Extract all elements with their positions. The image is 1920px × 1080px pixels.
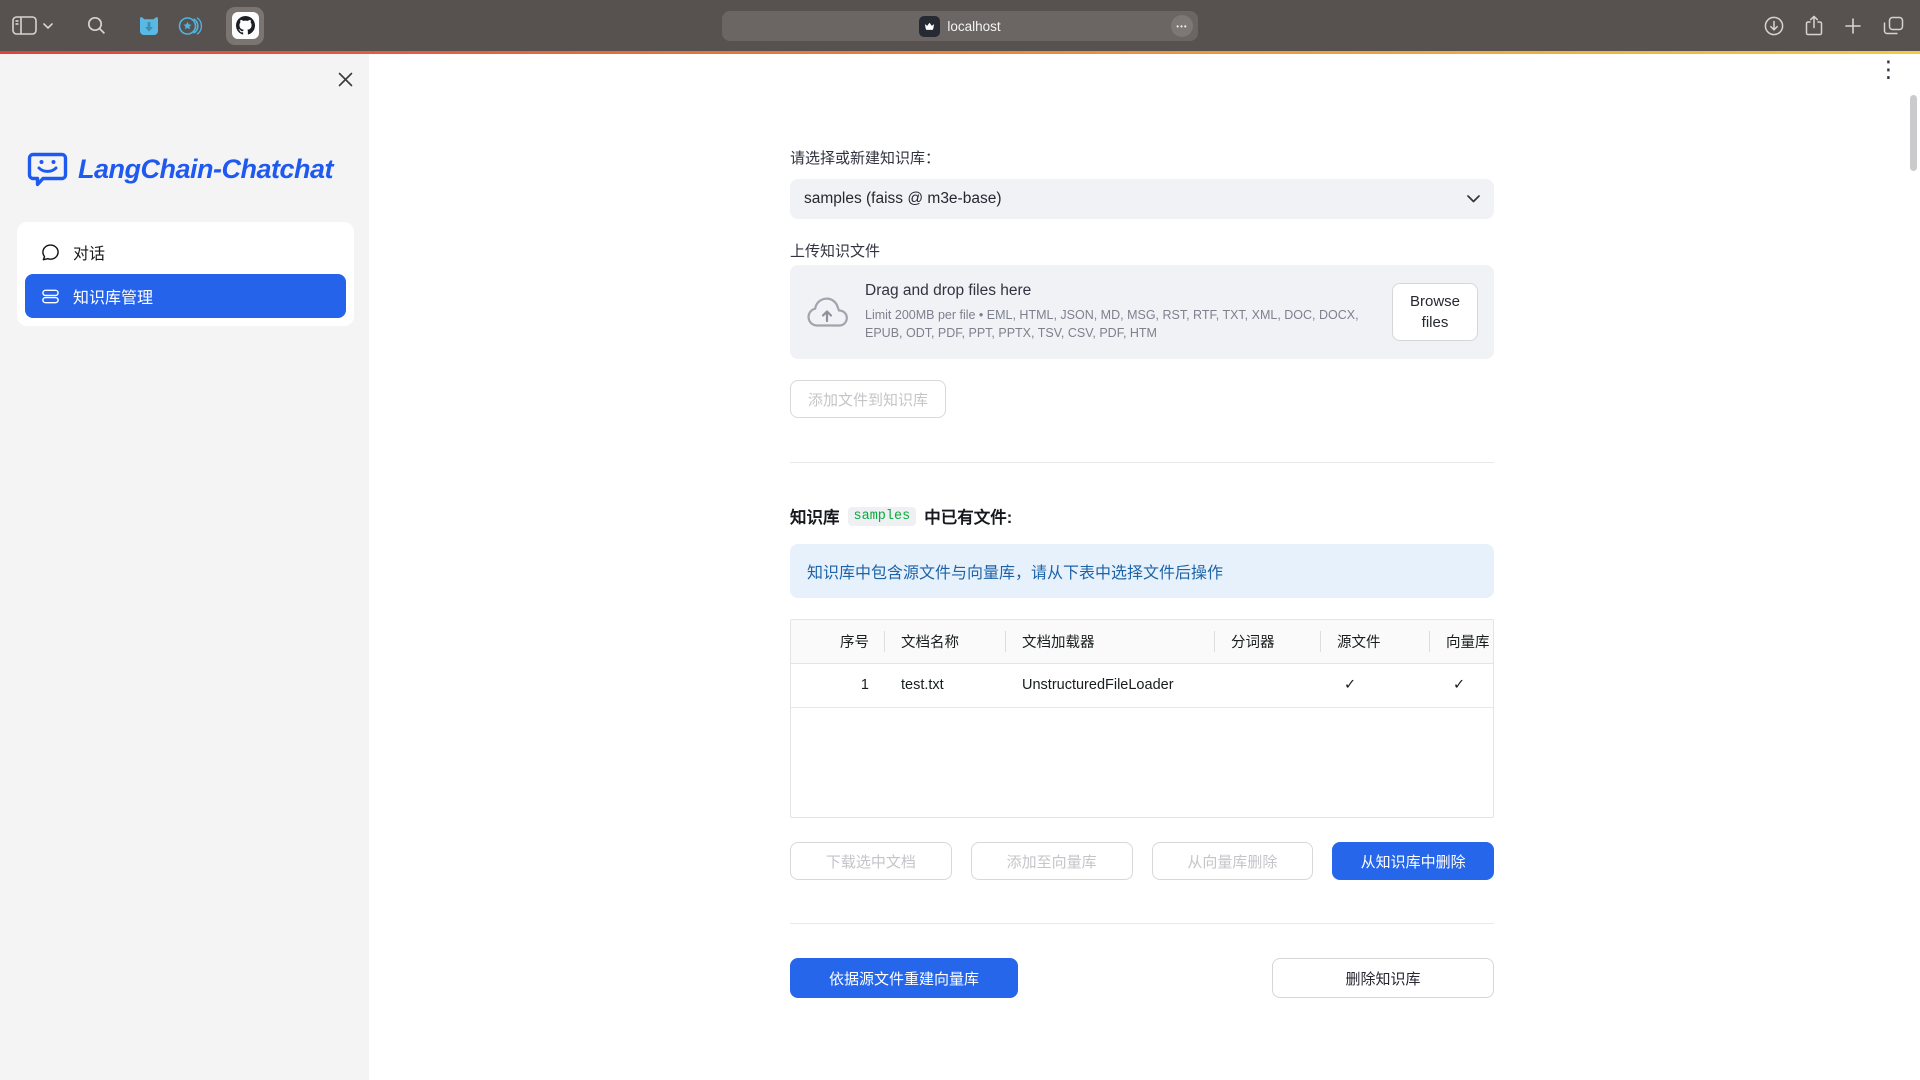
tab-overview-icon[interactable] bbox=[1883, 16, 1904, 35]
search-icon[interactable] bbox=[87, 16, 106, 35]
info-alert: 知识库中包含源文件与向量库，请从下表中选择文件后操作 bbox=[790, 544, 1494, 598]
sidebar-toggle-icon[interactable] bbox=[12, 16, 37, 35]
cloud-upload-icon bbox=[806, 296, 848, 329]
col-header-loader: 文档加载器 bbox=[1005, 620, 1214, 663]
delete-kb-button[interactable]: 删除知识库 bbox=[1272, 958, 1494, 998]
scrollbar-thumb[interactable] bbox=[1910, 95, 1917, 171]
heading-prefix: 知识库 bbox=[790, 504, 840, 528]
delete-from-kb-button[interactable]: 从知识库中删除 bbox=[1332, 842, 1494, 880]
add-to-vector-button[interactable]: 添加至向量库 bbox=[971, 842, 1133, 880]
add-files-button[interactable]: 添加文件到知识库 bbox=[790, 380, 946, 418]
divider bbox=[790, 462, 1494, 463]
new-tab-icon[interactable] bbox=[1844, 17, 1862, 35]
files-table: 序号 文档名称 文档加载器 分词器 源文件 向量库 1 test.txt Uns bbox=[790, 619, 1494, 818]
select-chevron-icon bbox=[1467, 195, 1480, 203]
downloads-icon[interactable] bbox=[1764, 16, 1784, 36]
col-header-splitter: 分词器 bbox=[1214, 620, 1320, 663]
browse-files-button[interactable]: Browse files bbox=[1392, 283, 1478, 341]
kb-select-label: 请选择或新建知识库： bbox=[790, 147, 1494, 168]
sidebar-close-icon[interactable] bbox=[336, 70, 354, 88]
dropzone-title: Drag and drop files here bbox=[865, 282, 1375, 300]
col-header-vector: 向量库 bbox=[1429, 620, 1493, 663]
download-selected-button[interactable]: 下载选中文档 bbox=[790, 842, 952, 880]
kb-name-code: samples bbox=[848, 507, 917, 526]
streamlit-menu-icon[interactable]: ⋮ bbox=[1877, 58, 1900, 81]
col-header-source: 源文件 bbox=[1320, 620, 1429, 663]
site-favicon bbox=[919, 16, 940, 37]
table-header-row: 序号 文档名称 文档加载器 分词器 源文件 向量库 bbox=[791, 620, 1493, 663]
file-action-buttons: 下载选中文档 添加至向量库 从向量库删除 从知识库中删除 bbox=[790, 842, 1494, 880]
dropzone-limit: Limit 200MB per file • EML, HTML, JSON, … bbox=[865, 306, 1375, 342]
kb-selectbox[interactable]: samples (faiss @ m3e-base) bbox=[790, 179, 1494, 219]
kb-bottom-actions: 依据源文件重建向量库 删除知识库 bbox=[790, 958, 1494, 998]
app-logo: LangChain-Chatchat bbox=[27, 151, 333, 188]
pinned-tab-circles-icon[interactable] bbox=[178, 15, 202, 37]
kb-selectbox-value: samples (faiss @ m3e-base) bbox=[804, 190, 1467, 208]
chat-bubble-icon bbox=[41, 243, 60, 262]
database-icon bbox=[41, 287, 60, 306]
cell-splitter bbox=[1214, 663, 1320, 707]
col-header-no: 序号 bbox=[791, 620, 884, 663]
cell-loader: UnstructuredFileLoader bbox=[1005, 663, 1214, 707]
divider bbox=[790, 923, 1494, 924]
github-icon bbox=[232, 12, 259, 39]
sidebar-nav: 对话 知识库管理 bbox=[17, 222, 354, 326]
heading-suffix: 中已有文件: bbox=[924, 504, 1012, 528]
table-row[interactable]: 1 test.txt UnstructuredFileLoader ✓ ✓ bbox=[791, 663, 1493, 707]
cell-vector-check: ✓ bbox=[1429, 663, 1493, 707]
col-header-name: 文档名称 bbox=[884, 620, 1005, 663]
upload-label: 上传知识文件 bbox=[790, 240, 1494, 261]
app-title: LangChain-Chatchat bbox=[78, 154, 333, 185]
chatchat-logo-icon bbox=[27, 151, 68, 188]
address-bar[interactable]: localhost ••• bbox=[722, 11, 1198, 41]
kb-page: 请选择或新建知识库： samples (faiss @ m3e-base) 上传… bbox=[790, 54, 1494, 998]
nav-item-dialogue[interactable]: 对话 bbox=[25, 230, 346, 274]
nav-item-label: 对话 bbox=[73, 240, 105, 264]
chevron-down-icon[interactable] bbox=[43, 23, 53, 29]
cell-source-check: ✓ bbox=[1320, 663, 1429, 707]
file-dropzone[interactable]: Drag and drop files here Limit 200MB per… bbox=[790, 265, 1494, 359]
kb-files-heading: 知识库 samples 中已有文件: bbox=[790, 504, 1494, 528]
dropzone-texts: Drag and drop files here Limit 200MB per… bbox=[865, 282, 1375, 342]
browser-toolbar: localhost ••• bbox=[0, 0, 1920, 51]
nav-item-knowledge-base[interactable]: 知识库管理 bbox=[25, 274, 346, 318]
main-area: ⋮ 请选择或新建知识库： samples (faiss @ m3e-base) … bbox=[369, 54, 1920, 1080]
page-more-icon[interactable]: ••• bbox=[1171, 15, 1193, 37]
pinned-tab-cat-icon[interactable] bbox=[138, 15, 160, 37]
nav-item-label: 知识库管理 bbox=[73, 284, 153, 308]
cell-name: test.txt bbox=[884, 663, 1005, 707]
address-url: localhost bbox=[947, 19, 1000, 34]
rebuild-vector-button[interactable]: 依据源文件重建向量库 bbox=[790, 958, 1018, 998]
cell-no: 1 bbox=[791, 663, 884, 707]
share-icon[interactable] bbox=[1805, 15, 1823, 36]
pinned-tab-github-active[interactable] bbox=[226, 7, 264, 45]
remove-from-vector-button[interactable]: 从向量库删除 bbox=[1152, 842, 1314, 880]
sidebar: LangChain-Chatchat 对话 知识库管理 bbox=[0, 54, 369, 1080]
